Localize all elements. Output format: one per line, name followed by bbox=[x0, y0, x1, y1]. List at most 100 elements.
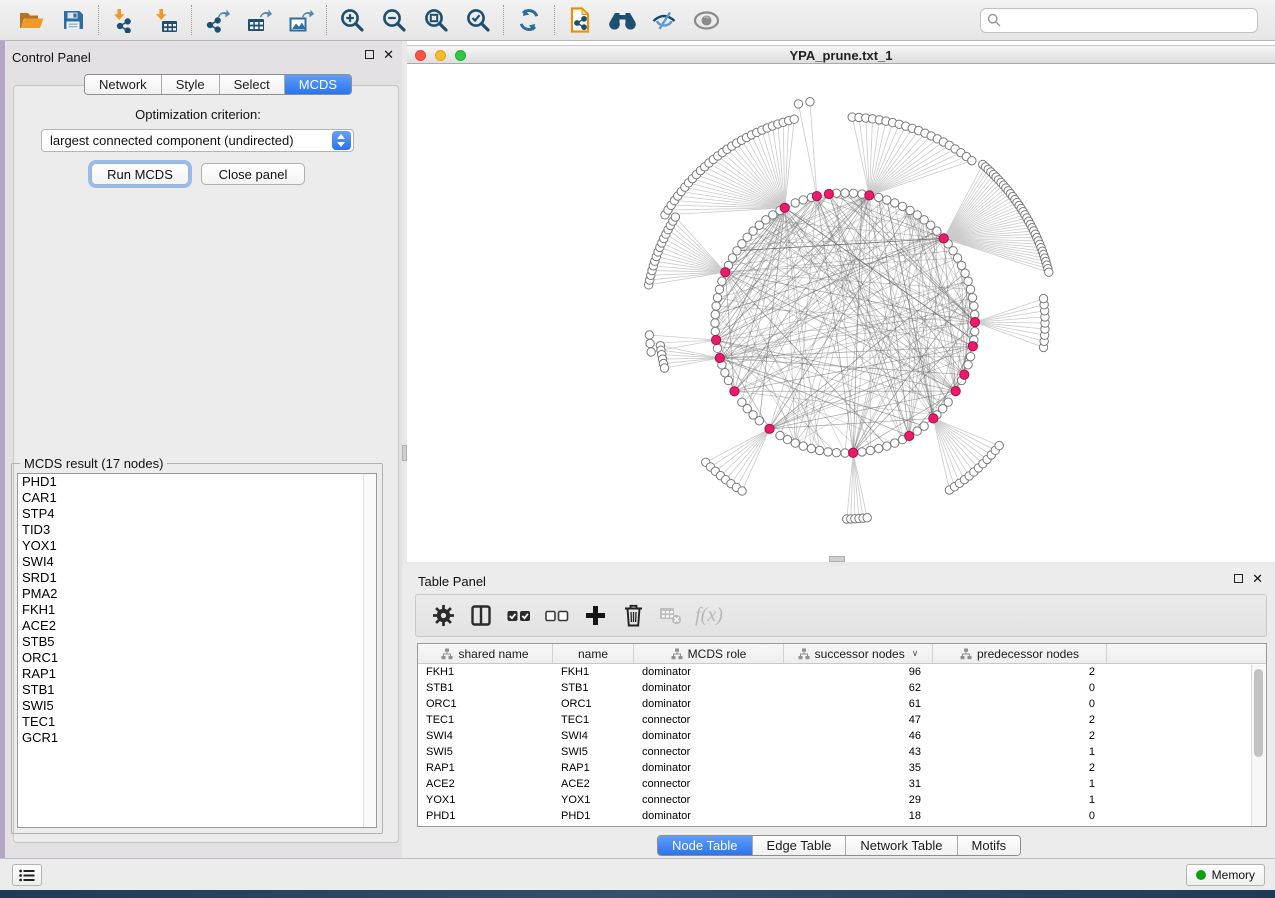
table-row[interactable]: FKH1FKH1dominator962 bbox=[418, 664, 1249, 680]
deselect-all-rows-button[interactable] bbox=[542, 600, 572, 632]
column-header-successor-nodes[interactable]: successor nodes∨ bbox=[784, 644, 933, 663]
network-node[interactable] bbox=[799, 442, 807, 450]
network-node[interactable] bbox=[806, 98, 814, 106]
tab-node-table[interactable]: Node Table bbox=[658, 836, 753, 855]
network-node[interactable] bbox=[660, 364, 668, 372]
horizontal-split-handle[interactable] bbox=[829, 556, 845, 562]
network-node[interactable] bbox=[738, 398, 746, 406]
task-history-button[interactable] bbox=[12, 864, 42, 886]
network-node[interactable] bbox=[715, 285, 723, 293]
zoom-selected-button[interactable] bbox=[457, 3, 499, 37]
tab-network-table[interactable]: Network Table bbox=[846, 836, 957, 855]
mcds-result-item[interactable]: STP4 bbox=[18, 506, 376, 522]
table-row[interactable]: SWI5SWI5connector431 bbox=[418, 744, 1249, 760]
network-node[interactable] bbox=[849, 189, 857, 197]
network-node[interactable] bbox=[711, 310, 719, 318]
network-graph-svg[interactable] bbox=[407, 64, 1275, 561]
network-node[interactable] bbox=[647, 348, 655, 356]
network-node[interactable] bbox=[711, 319, 719, 327]
mcds-result-item[interactable]: SWI5 bbox=[18, 698, 376, 714]
mcds-result-item[interactable]: YOX1 bbox=[18, 538, 376, 554]
zoom-out-button[interactable] bbox=[373, 3, 415, 37]
mcds-result-item[interactable]: TID3 bbox=[18, 522, 376, 538]
network-node[interactable] bbox=[815, 446, 823, 454]
mcds-result-item[interactable]: PHD1 bbox=[18, 474, 376, 490]
export-table-button[interactable] bbox=[238, 3, 280, 37]
mcds-hub-node[interactable] bbox=[960, 370, 969, 379]
mcds-hub-node[interactable] bbox=[929, 414, 938, 423]
network-node[interactable] bbox=[874, 193, 882, 201]
network-node[interactable] bbox=[966, 285, 974, 293]
table-row[interactable]: TEC1TEC1connector472 bbox=[418, 712, 1249, 728]
add-column-button[interactable] bbox=[580, 600, 610, 632]
birds-eye-view-button[interactable] bbox=[685, 3, 727, 37]
criterion-dropdown[interactable]: largest connected component (undirected) bbox=[41, 129, 354, 152]
network-node[interactable] bbox=[841, 449, 849, 457]
mcds-hub-node[interactable] bbox=[765, 424, 774, 433]
tab-style[interactable]: Style bbox=[162, 75, 220, 94]
mcds-hub-node[interactable] bbox=[824, 189, 833, 198]
table-row[interactable]: PHD1PHD1dominator180 bbox=[418, 808, 1249, 824]
mcds-hub-node[interactable] bbox=[865, 191, 874, 200]
column-header-predecessor-nodes[interactable]: predecessor nodes bbox=[933, 644, 1107, 663]
table-row[interactable]: STB1STB1dominator620 bbox=[418, 680, 1249, 696]
float-table-panel-icon[interactable] bbox=[1234, 574, 1243, 583]
refresh-network-button[interactable] bbox=[508, 3, 550, 37]
table-row[interactable]: ACE2ACE2connector311 bbox=[418, 776, 1249, 792]
network-node[interactable] bbox=[957, 261, 965, 269]
mcds-result-item[interactable]: SRD1 bbox=[18, 570, 376, 586]
show-columns-button[interactable] bbox=[466, 600, 496, 632]
network-node[interactable] bbox=[790, 115, 798, 123]
column-header-name[interactable]: name bbox=[553, 644, 634, 663]
mcds-result-item[interactable]: ACE2 bbox=[18, 618, 376, 634]
import-network-button[interactable] bbox=[103, 3, 145, 37]
network-node[interactable] bbox=[738, 487, 746, 495]
network-node[interactable] bbox=[718, 277, 726, 285]
close-table-panel-icon[interactable]: ✕ bbox=[1252, 574, 1263, 583]
table-row[interactable]: ORC1ORC1dominator610 bbox=[418, 696, 1249, 712]
network-node[interactable] bbox=[646, 339, 654, 347]
network-node[interactable] bbox=[799, 196, 807, 204]
network-node[interactable] bbox=[891, 199, 899, 207]
mcds-hub-node[interactable] bbox=[715, 353, 724, 362]
network-node[interactable] bbox=[858, 448, 866, 456]
mcds-result-item[interactable]: TEC1 bbox=[18, 714, 376, 730]
network-node[interactable] bbox=[824, 448, 832, 456]
tab-mcds[interactable]: MCDS bbox=[285, 75, 351, 94]
network-node[interactable] bbox=[933, 227, 941, 235]
zoom-in-button[interactable] bbox=[331, 3, 373, 37]
network-node[interactable] bbox=[1039, 294, 1047, 302]
mcds-result-item[interactable]: RAP1 bbox=[18, 666, 376, 682]
network-node[interactable] bbox=[776, 431, 784, 439]
mcds-list-scrollbar[interactable] bbox=[363, 474, 376, 827]
network-node[interactable] bbox=[863, 514, 871, 522]
network-node[interactable] bbox=[791, 439, 799, 447]
network-node[interactable] bbox=[645, 331, 653, 339]
network-node[interactable] bbox=[961, 269, 969, 277]
network-node[interactable] bbox=[721, 369, 729, 377]
export-network-button[interactable] bbox=[196, 3, 238, 37]
network-node[interactable] bbox=[891, 439, 899, 447]
table-options-gear-button[interactable] bbox=[428, 600, 458, 632]
table-row[interactable]: YOX1YOX1connector291 bbox=[418, 792, 1249, 808]
network-node[interactable] bbox=[964, 361, 972, 369]
network-node[interactable] bbox=[971, 327, 979, 335]
network-node[interactable] bbox=[866, 446, 874, 454]
network-node[interactable] bbox=[713, 293, 721, 301]
mcds-hub-node[interactable] bbox=[939, 234, 948, 243]
close-panel-button[interactable]: Close panel bbox=[201, 163, 305, 185]
search-input[interactable] bbox=[980, 8, 1258, 33]
mcds-hub-node[interactable] bbox=[905, 431, 914, 440]
tab-select[interactable]: Select bbox=[220, 75, 285, 94]
tab-motifs[interactable]: Motifs bbox=[958, 836, 1021, 855]
network-node[interactable] bbox=[883, 196, 891, 204]
run-mcds-button[interactable]: Run MCDS bbox=[91, 163, 189, 185]
network-node[interactable] bbox=[970, 302, 978, 310]
network-node[interactable] bbox=[1045, 268, 1053, 276]
delete-column-button[interactable] bbox=[618, 600, 648, 632]
mcds-hub-node[interactable] bbox=[712, 335, 721, 344]
mcds-result-item[interactable]: STB5 bbox=[18, 634, 376, 650]
network-node[interactable] bbox=[968, 156, 976, 164]
network-canvas[interactable] bbox=[407, 64, 1275, 561]
network-node[interactable] bbox=[874, 444, 882, 452]
